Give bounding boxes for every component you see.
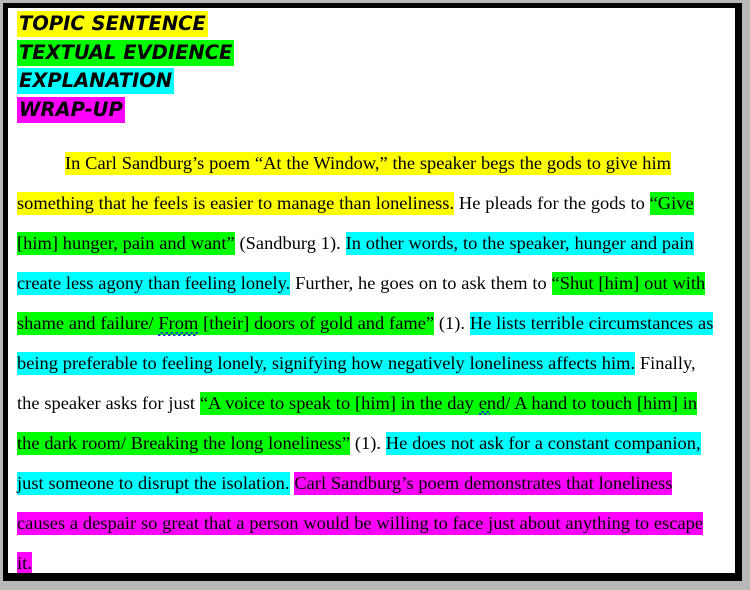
- plain-text-run: He pleads for the gods to: [454, 193, 650, 213]
- spellcheck-underline-from: From: [158, 313, 199, 333]
- legend-item-4: WRAP-UP: [17, 96, 735, 123]
- document-border: TOPIC SENTENCE TEXTUAL EVDIENCE EXPLANATIO…: [3, 3, 742, 581]
- legend-item-2: TEXTUAL EVDIENCE: [17, 39, 735, 66]
- plain-text-run: (1).: [350, 433, 386, 453]
- legend-item-1: TOPIC SENTENCE: [17, 11, 735, 37]
- legend-item-label: TEXTUAL EVDIENCE: [17, 39, 235, 66]
- color-key-legend: TOPIC SENTENCE TEXTUAL EVDIENCE EXPLANATIO…: [17, 11, 735, 123]
- legend-item-3: EXPLANATION: [17, 68, 735, 94]
- document-frame: TOPIC SENTENCE TEXTUAL EVDIENCE EXPLANATIO…: [0, 0, 750, 590]
- plain-text-run: Further, he goes on to ask them to: [290, 273, 552, 293]
- legend-item-label: TOPIC SENTENCE: [17, 11, 208, 37]
- essay-paragraph: In Carl Sandburg’s poem “At the Window,”…: [17, 143, 735, 573]
- plain-text-run: (1).: [434, 313, 470, 333]
- plain-text-run: (Sandburg 1).: [234, 233, 346, 253]
- document-page: TOPIC SENTENCE TEXTUAL EVDIENCE EXPLANATIO…: [8, 8, 735, 573]
- legend-item-label: WRAP-UP: [17, 96, 125, 123]
- legend-item-label: EXPLANATION: [17, 68, 175, 94]
- spellcheck-underline-end: end: [478, 393, 506, 413]
